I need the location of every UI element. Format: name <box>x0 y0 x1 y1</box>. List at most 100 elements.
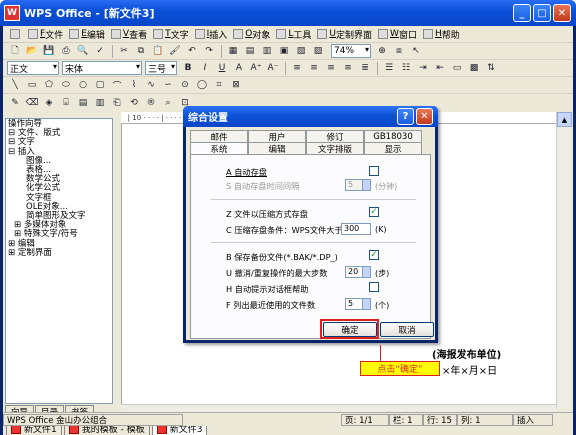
page-icon[interactable]: ⎗ <box>109 95 125 110</box>
dialog-tab[interactable]: 邮件 <box>190 130 248 143</box>
dialog-tab[interactable]: 文字排版 <box>306 142 364 155</box>
menu-6[interactable]: L 工具 <box>273 27 314 42</box>
zoom-in-icon[interactable]: ⊕ <box>374 44 390 59</box>
rotate-icon[interactable]: ⟲ <box>126 95 142 110</box>
ellipse-icon[interactable]: ⬭ <box>58 78 74 93</box>
line-icon[interactable]: ╲ <box>7 78 23 93</box>
menu-9[interactable]: H 帮助 <box>420 27 463 42</box>
dialog-tab[interactable]: 显示 <box>364 142 422 155</box>
chart-icon[interactable]: ▨ <box>310 44 326 59</box>
curve-icon[interactable]: ∽ <box>160 78 176 93</box>
bullets-icon[interactable]: ☷ <box>398 61 414 76</box>
zoom-select[interactable]: 74% <box>331 44 371 58</box>
numbering-icon[interactable]: ☰ <box>381 61 397 76</box>
polyline-icon[interactable]: ⌇ <box>126 78 142 93</box>
maximize-button[interactable]: □ <box>533 4 551 22</box>
frame-icon[interactable]: ▣ <box>276 44 292 59</box>
dialog-close-button[interactable]: ✕ <box>416 108 433 125</box>
redo-icon[interactable]: ↷ <box>201 44 217 59</box>
image-icon[interactable]: ▧ <box>293 44 309 59</box>
pentagon-icon[interactable]: ⬠ <box>41 78 57 93</box>
shape-circle-icon[interactable]: ◯ <box>194 78 210 93</box>
group-icon[interactable]: ⊠ <box>228 78 244 93</box>
panel-splitter[interactable] <box>113 118 121 418</box>
bold-button[interactable]: B <box>180 61 196 76</box>
cut-icon[interactable]: ✂ <box>116 44 132 59</box>
save-icon[interactable]: 💾 <box>41 44 57 59</box>
frame-text-icon[interactable]: ⌸ <box>58 95 74 110</box>
menu-7[interactable]: U 定制界面 <box>314 27 375 42</box>
autosave-interval-spinner[interactable]: 5 <box>345 179 371 191</box>
grow-font-icon[interactable]: A⁺ <box>248 61 264 76</box>
backup-checkbox[interactable]: ✓ <box>369 250 379 260</box>
menu-4[interactable]: I 插入 <box>192 27 231 42</box>
align-center-icon[interactable]: ≡ <box>306 61 322 76</box>
close-button[interactable]: ✕ <box>553 4 571 22</box>
compress-size-input[interactable]: 300 <box>341 223 371 235</box>
callout-icon[interactable]: ⊙ <box>177 78 193 93</box>
align-right-icon[interactable]: ≡ <box>323 61 339 76</box>
justify-icon[interactable]: ≡ <box>340 61 356 76</box>
spell-icon[interactable]: ✓ <box>92 44 108 59</box>
layout-icon[interactable]: ⧈ <box>391 44 407 59</box>
border-icon[interactable]: ▭ <box>449 61 465 76</box>
registered-icon[interactable]: ® <box>143 95 159 110</box>
dialog-tab[interactable]: 修订 <box>306 130 364 143</box>
fill-icon[interactable]: ◈ <box>41 95 57 110</box>
autosave-checkbox[interactable] <box>369 166 379 176</box>
undo-steps-spinner[interactable]: 20 <box>345 266 371 278</box>
style-select[interactable]: 正文 <box>7 61 59 75</box>
open-file-icon[interactable]: 📂 <box>24 44 40 59</box>
tree-item[interactable]: 图像... <box>8 156 110 166</box>
dialog-help-button[interactable]: ? <box>397 108 414 125</box>
shrink-font-icon[interactable]: A⁻ <box>265 61 281 76</box>
font-select[interactable]: 宋体 <box>62 61 142 75</box>
align-left-icon[interactable]: ≡ <box>289 61 305 76</box>
compress-checkbox[interactable]: ✓ <box>369 207 379 217</box>
menu-1[interactable]: E 编辑 <box>66 27 108 42</box>
print-icon[interactable]: ⎙ <box>58 44 74 59</box>
new-file-icon[interactable]: 🗋 <box>7 44 23 59</box>
menu-2[interactable]: V 查看 <box>108 27 150 42</box>
dialog-tab[interactable]: 编辑 <box>248 142 306 155</box>
vertical-scrollbar[interactable]: ▲ <box>556 112 572 408</box>
indent-icon[interactable]: ⇥ <box>415 61 431 76</box>
menu-0[interactable]: F 文件 <box>25 27 66 42</box>
recent-files-spinner[interactable]: 5 <box>345 298 371 310</box>
eraser-icon[interactable]: ⌫ <box>24 95 40 110</box>
outdent-icon[interactable]: ⇤ <box>432 61 448 76</box>
size-select[interactable]: 三号 <box>145 61 177 75</box>
underline-button[interactable]: U <box>214 61 230 76</box>
distribute-icon[interactable]: ≣ <box>357 61 373 76</box>
menu-3[interactable]: T 文字 <box>150 27 192 42</box>
header-icon[interactable]: ▤ <box>75 95 91 110</box>
select-icon[interactable]: ⌗ <box>211 78 227 93</box>
tree-item[interactable]: ⊞ 定制界面 <box>8 248 110 258</box>
dialog-tab[interactable]: 用户 <box>248 130 306 143</box>
copy-icon[interactable]: ⧉ <box>133 44 149 59</box>
help-pointer-icon[interactable]: ↖ <box>408 44 424 59</box>
arc-icon[interactable]: ⌒ <box>109 78 125 93</box>
columns-icon[interactable]: ▥ <box>259 44 275 59</box>
menu-8[interactable]: W 窗口 <box>375 27 420 42</box>
italic-button[interactable]: I <box>197 61 213 76</box>
footer-icon[interactable]: ▥ <box>92 95 108 110</box>
freeform-icon[interactable]: ∿ <box>143 78 159 93</box>
zoom-tool-icon[interactable]: ⌕ <box>160 95 176 110</box>
vertical-text-icon[interactable]: ⇅ <box>483 61 499 76</box>
circle-icon[interactable]: ○ <box>75 78 91 93</box>
cancel-button[interactable]: 取消 <box>380 322 434 337</box>
undo-icon[interactable]: ↶ <box>184 44 200 59</box>
menu-5[interactable]: O 对象 <box>230 27 273 42</box>
pen-icon[interactable]: ✎ <box>7 95 23 110</box>
preview-icon[interactable]: 🔍 <box>75 44 91 59</box>
shading-icon[interactable]: ▩ <box>466 61 482 76</box>
tree-item[interactable]: 化学公式 <box>8 184 110 193</box>
rectangle-icon[interactable]: ▭ <box>24 78 40 93</box>
minimize-button[interactable]: _ <box>513 4 531 22</box>
color-icon[interactable]: A <box>231 61 247 76</box>
paste-icon[interactable]: 📋 <box>150 44 166 59</box>
scroll-up-icon[interactable]: ▲ <box>557 112 572 127</box>
tree-item[interactable]: ⊟ 插入 <box>8 147 110 157</box>
table-icon[interactable]: ▦ <box>225 44 241 59</box>
